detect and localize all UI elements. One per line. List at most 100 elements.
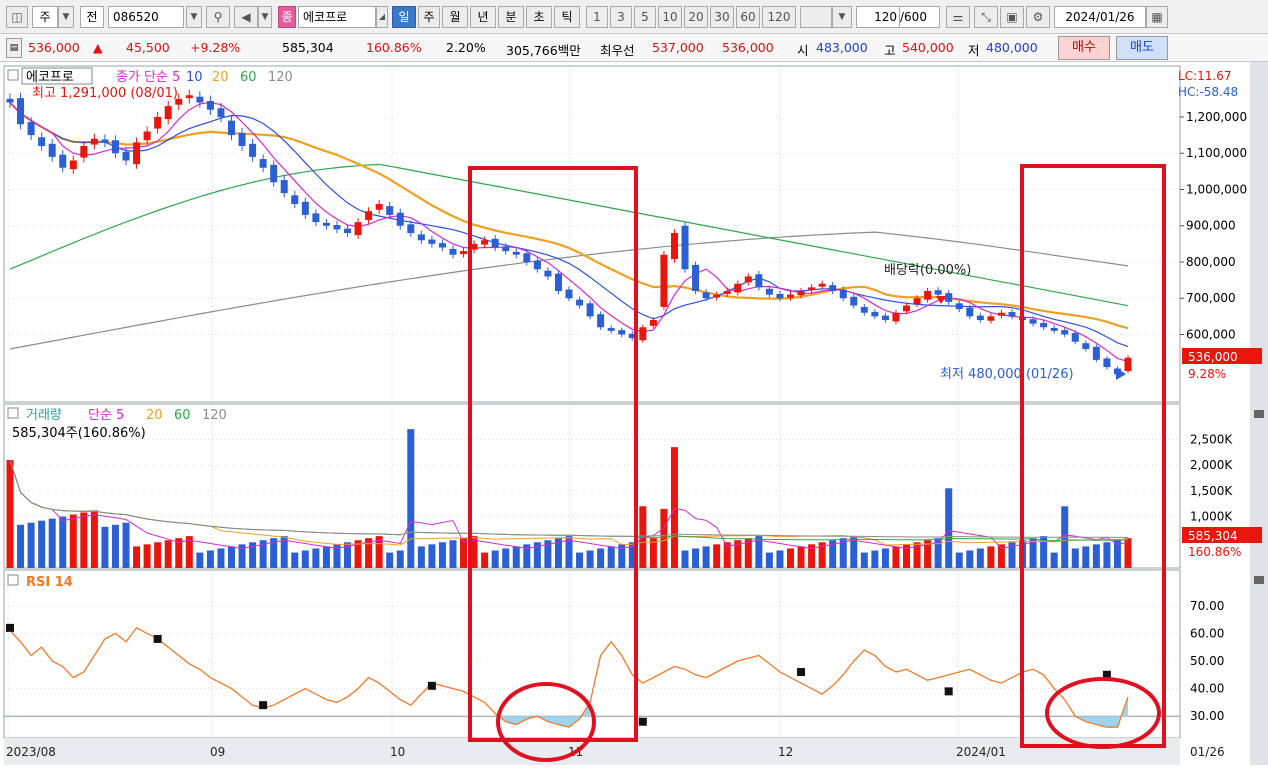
volume-bar [966,550,974,568]
candle [660,254,668,307]
volume-bar [206,550,214,568]
candle [1103,358,1111,368]
period-month[interactable]: 월 [442,6,468,28]
volume-bar [786,548,794,568]
volume-value: 585,304 [282,40,334,55]
candle [713,294,721,298]
candle [576,299,584,306]
period-week[interactable]: 주 [418,6,440,28]
open-label: 시 [797,43,809,58]
price-panel[interactable] [3,65,1181,403]
minute-60[interactable]: 60 [736,6,760,28]
volume-bar [407,429,415,568]
speaker-icon[interactable]: ◀ [234,6,258,28]
code-dropdown-icon[interactable]: ▼ [186,6,202,28]
candle [59,154,67,168]
blank-dropdown-icon[interactable]: ▼ [832,6,852,28]
minute-20[interactable]: 20 [684,6,708,28]
candle [365,211,373,220]
volume-bar [797,546,805,568]
last-pct-label: 9.28% [1188,367,1226,381]
candle [185,95,193,99]
jeon-button[interactable]: 전 [80,6,104,28]
quote-toggle-icon[interactable]: ▤ [6,38,22,58]
candle [154,116,162,129]
minute-10[interactable]: 10 [658,6,682,28]
volume-bar [1082,546,1090,568]
sell-button[interactable]: 매도 [1116,36,1168,60]
candle [702,292,710,299]
volume-panel-toggle-icon[interactable] [7,407,19,419]
candle [375,203,383,210]
gear-icon[interactable]: ⚙ [1026,6,1050,28]
price-panel-toggle-icon[interactable] [7,69,19,81]
period-year[interactable]: 년 [470,6,496,28]
chart-menu-icon[interactable]: ◫ [6,6,28,28]
period-day[interactable]: 일 [392,6,416,28]
date-input[interactable]: 2024/01/26 [1054,6,1146,28]
candle [765,288,773,295]
minute-3[interactable]: 3 [610,6,632,28]
stock-code-input[interactable]: 086520 [108,6,184,28]
candle [523,253,531,262]
rsi-ytick: 70.00 [1190,599,1224,613]
volume-bar [90,510,98,568]
candle [143,131,151,141]
market-dropdown-icon[interactable]: ▼ [58,6,74,28]
candle [259,159,267,168]
minute-120[interactable]: 120 [762,6,796,28]
minute-30[interactable]: 30 [710,6,734,28]
candle [1124,357,1132,372]
volume-bar [227,546,235,568]
candle [322,222,330,226]
panel-maximize-icon[interactable] [1254,410,1264,418]
candle [1092,346,1100,360]
rsi-panel-toggle-icon[interactable] [7,574,19,586]
candle [955,303,963,310]
market-select[interactable]: 주 [32,6,58,28]
candle [692,264,700,291]
volume-ytick: 1,500K [1190,484,1233,498]
volume-bar [111,524,119,568]
volume-bar [660,508,668,568]
buy-button[interactable]: 매수 [1058,36,1110,60]
candle [111,140,119,154]
candle [449,248,457,255]
candle [966,307,974,317]
candle [934,290,942,295]
candle-settings-icon[interactable]: ⚌ [946,6,970,28]
candle [17,98,25,125]
toolbar: ◫ 주 ▼ 전 086520 ▼ ⚲ ◀ ▼ 종 에코프로 ◢ 일 주 월 년 … [0,0,1268,34]
x-tick-label: 09 [210,745,225,759]
candle [860,306,868,313]
period-tick[interactable]: 틱 [554,6,580,28]
line-tool-icon[interactable]: ⤡ [974,6,998,28]
candle [333,225,341,230]
volume-bar [164,540,172,568]
period-minute[interactable]: 분 [498,6,524,28]
blank-field[interactable] [800,6,832,28]
chart-area[interactable]: 1,200,000 1,100,000 1,000,000 900,000 800,00… [0,62,1268,765]
count-input[interactable]: 120 [856,6,900,28]
best-bid: 536,000 [722,40,774,55]
search-icon[interactable]: ⚲ [206,6,230,28]
save-icon[interactable]: ▣ [1000,6,1024,28]
candle [544,270,552,277]
speaker-dropdown-icon[interactable]: ▼ [258,6,272,28]
volume-bar [945,488,953,568]
panel-maximize-icon[interactable] [1254,576,1264,584]
volume-bar [217,548,225,568]
candle [460,251,468,255]
candle [997,312,1005,316]
period-second[interactable]: 초 [526,6,552,28]
high-label: 고 [884,43,896,58]
volume-bar [291,552,299,568]
volume-bar [69,514,77,568]
minute-1[interactable]: 1 [586,6,608,28]
calendar-icon[interactable]: ▦ [1146,6,1168,28]
candle [607,327,615,331]
minute-5[interactable]: 5 [634,6,656,28]
rsi-ytick: 50.00 [1190,654,1224,668]
rsi-signal-marker [944,687,953,696]
price-ytick: 900,000 [1186,219,1236,233]
